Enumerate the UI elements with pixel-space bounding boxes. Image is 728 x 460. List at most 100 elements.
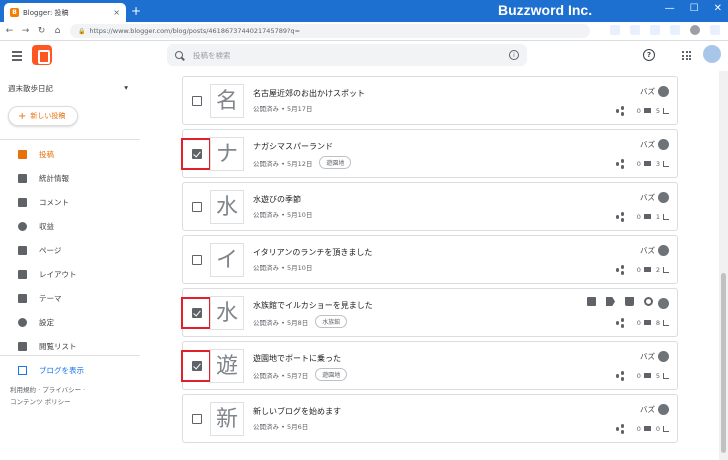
- profile-icon[interactable]: [690, 25, 700, 35]
- back-icon[interactable]: ←: [3, 26, 16, 36]
- post-title[interactable]: 新しいブログを始めます: [253, 406, 341, 417]
- search-input[interactable]: 投稿を検索: [193, 50, 509, 61]
- label-icon[interactable]: [606, 297, 615, 306]
- maximize-icon[interactable]: ☐: [690, 3, 699, 14]
- post-title[interactable]: 遊園地でボートに乗った: [253, 353, 341, 364]
- account-avatar[interactable]: [703, 45, 721, 63]
- share-icon[interactable]: [615, 106, 625, 116]
- sidebar-item-layout[interactable]: レイアウト: [18, 267, 77, 281]
- menu-dots-icon[interactable]: [710, 25, 720, 35]
- home-icon[interactable]: ⌂: [51, 26, 64, 36]
- minimize-icon[interactable]: —: [665, 3, 675, 14]
- share-icon[interactable]: [615, 318, 625, 328]
- search-bar[interactable]: 投稿を検索 i: [167, 44, 527, 66]
- blogger-logo-icon[interactable]: [32, 45, 52, 65]
- post-checkbox[interactable]: [192, 255, 202, 265]
- share-icon[interactable]: [615, 371, 625, 381]
- post-row[interactable]: 遊 遊園地でボートに乗った 公開済み • 5月7日 遊園地 バズ 0 5: [181, 341, 678, 390]
- stats-icon: [663, 425, 669, 432]
- post-checkbox[interactable]: [192, 361, 202, 371]
- sidebar-item-settings[interactable]: 設定: [18, 315, 54, 329]
- sidebar-item-stats[interactable]: 統計情報: [18, 171, 69, 185]
- post-title[interactable]: 名古屋近郊のお出かけスポット: [253, 88, 365, 99]
- sidebar-item-label: テーマ: [39, 293, 62, 303]
- share-icon[interactable]: [615, 212, 625, 222]
- sidebar-item-reading-list[interactable]: 閲覧リスト: [18, 339, 77, 353]
- post-checkbox[interactable]: [192, 96, 202, 106]
- label-chip[interactable]: 水族館: [315, 315, 348, 328]
- menu-icon[interactable]: [12, 51, 22, 63]
- trash-icon[interactable]: [625, 297, 634, 306]
- post-checkbox[interactable]: [192, 414, 202, 424]
- new-tab-button[interactable]: +: [131, 4, 141, 18]
- help-icon[interactable]: ?: [643, 49, 655, 61]
- footer-link-line[interactable]: コンテンツ ポリシー: [10, 396, 130, 408]
- sidebar-item-label: レイアウト: [39, 269, 77, 279]
- label-chip[interactable]: 遊園地: [315, 368, 348, 381]
- move-icon[interactable]: [587, 297, 596, 306]
- close-window-icon[interactable]: ✕: [714, 3, 722, 14]
- post-meta: 公開済み • 5月10日: [253, 262, 312, 272]
- post-thumbnail: 水: [210, 296, 244, 330]
- post-title[interactable]: 水族館でイルカショーを見ました: [253, 300, 373, 311]
- post-title[interactable]: ナガシマスパーランド: [253, 141, 333, 152]
- tab-close-icon[interactable]: ×: [113, 8, 120, 17]
- sidepanel-icon[interactable]: [670, 25, 680, 35]
- post-title[interactable]: イタリアンのランチを頂きました: [253, 247, 372, 258]
- scrollbar-thumb[interactable]: [721, 273, 726, 453]
- share-icon[interactable]: [615, 424, 625, 434]
- view-blog-link[interactable]: ブログを表示: [18, 365, 84, 376]
- post-thumbnail: 新: [210, 402, 244, 436]
- post-title[interactable]: 水遊びの季節: [253, 194, 301, 205]
- post-meta: 公開済み • 5月6日: [253, 421, 308, 431]
- post-row[interactable]: 水 水族館でイルカショーを見ました 公開済み • 5月8日 水族館 0 8: [181, 288, 678, 337]
- new-post-button[interactable]: + 新しい投稿: [8, 106, 78, 126]
- post-author: [655, 298, 669, 309]
- post-stats: 0 2: [615, 265, 669, 275]
- new-post-label: 新しい投稿: [30, 112, 66, 120]
- forward-icon[interactable]: →: [19, 26, 32, 36]
- info-icon[interactable]: i: [509, 50, 519, 60]
- post-checkbox[interactable]: [192, 149, 202, 159]
- sidebar-item-earnings[interactable]: 収益: [18, 219, 54, 233]
- post-row[interactable]: 名 名古屋近郊のお出かけスポット 公開済み • 5月17日 バズ 0 5: [182, 76, 678, 125]
- url-field[interactable]: 🔒 https://www.blogger.com/blog/posts/461…: [70, 24, 590, 38]
- sidebar-item-comments[interactable]: コメント: [18, 195, 69, 209]
- puzzle-icon[interactable]: [650, 25, 660, 35]
- browser-tab[interactable]: B Blogger: 投稿 ×: [4, 3, 126, 22]
- url-text: https://www.blogger.com/blog/posts/46186…: [89, 27, 301, 35]
- post-status: 公開済み • 5月10日: [253, 264, 313, 272]
- eye-icon[interactable]: [644, 297, 653, 306]
- author-avatar: [658, 298, 669, 309]
- post-stats: 0 1: [615, 212, 669, 222]
- comment-icon: [643, 426, 651, 431]
- gear-icon: [18, 317, 27, 327]
- apps-grid-icon[interactable]: [682, 51, 691, 60]
- post-meta: 公開済み • 5月7日 遊園地: [253, 368, 348, 381]
- post-thumbnail: 名: [210, 84, 244, 118]
- sidebar-item-theme[interactable]: テーマ: [18, 291, 62, 305]
- comment-icon: [643, 267, 651, 272]
- bookmark-icon: [18, 341, 27, 351]
- reload-icon[interactable]: ↻: [35, 26, 48, 36]
- share-icon[interactable]: [615, 159, 625, 169]
- post-checkbox[interactable]: [192, 202, 202, 212]
- post-checkbox[interactable]: [192, 308, 202, 318]
- browser-tab-bar: B Blogger: 投稿 × + Buzzword Inc. — ☐ ✕: [0, 0, 728, 22]
- extension-icon[interactable]: [610, 25, 620, 35]
- view-count: 0: [655, 424, 660, 433]
- star-icon[interactable]: [630, 25, 640, 35]
- sidebar-item-posts[interactable]: 投稿: [18, 147, 54, 161]
- sidebar-item-label: 統計情報: [39, 173, 69, 183]
- post-row[interactable]: 新 新しいブログを始めます 公開済み • 5月6日 バズ 0 0: [182, 394, 678, 443]
- post-row[interactable]: イ イタリアンのランチを頂きました 公開済み • 5月10日 バズ 0 2: [182, 235, 678, 284]
- post-row[interactable]: ナ ナガシマスパーランド 公開済み • 5月12日 遊園地 バズ 0 3: [181, 129, 678, 178]
- post-row[interactable]: 水 水遊びの季節 公開済み • 5月10日 バズ 0 1: [182, 182, 678, 231]
- blog-selector[interactable]: 週末散歩日記 ▾: [8, 83, 128, 94]
- share-icon[interactable]: [615, 265, 625, 275]
- view-count: 8: [655, 318, 660, 327]
- post-meta: 公開済み • 5月8日 水族館: [253, 315, 348, 328]
- footer-link-line[interactable]: 利用規約 · プライバシー ·: [10, 384, 130, 396]
- sidebar-item-pages[interactable]: ページ: [18, 243, 61, 257]
- label-chip[interactable]: 遊園地: [319, 156, 352, 169]
